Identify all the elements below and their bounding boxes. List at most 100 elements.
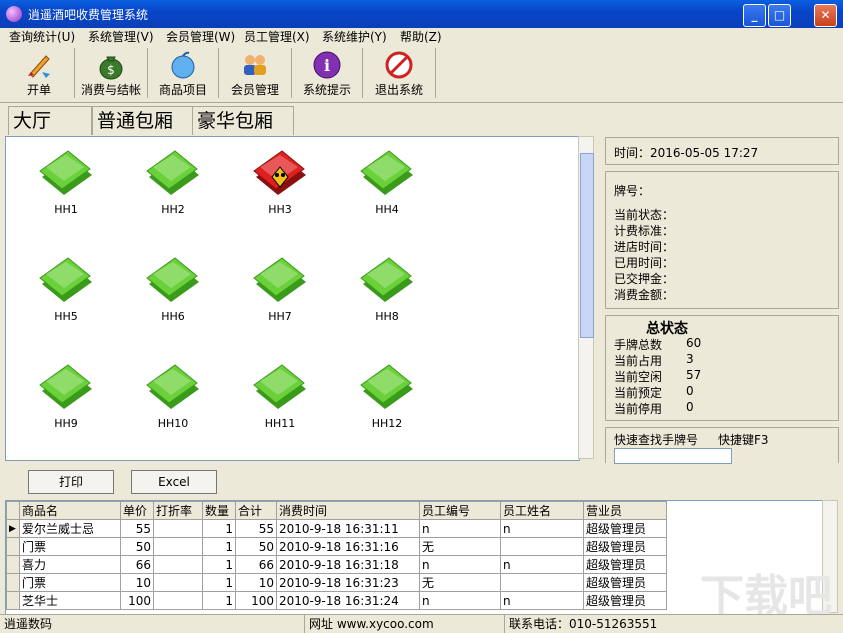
checkout-button[interactable]: $ 消费与结帐: [75, 48, 148, 98]
menu-maintenance[interactable]: 系统维护(Y): [322, 28, 387, 46]
table-cell: n: [419, 591, 501, 610]
quick-search-panel: 快速查找手牌号 快捷键F3: [605, 427, 839, 464]
table-row[interactable]: 门票 10 1 10 2010-9-18 16:31:23 无超级管理员: [6, 573, 667, 592]
room-hh8[interactable]: HH8: [347, 244, 427, 334]
entry-time-label: 进店时间：: [614, 240, 675, 254]
menu-staff[interactable]: 员工管理(X): [244, 28, 310, 46]
table-row[interactable]: 芝华士 100 1 100 2010-9-18 16:31:24 n n 超级管理员: [6, 591, 667, 610]
table-cell: 55: [235, 519, 277, 538]
room-hh5[interactable]: HH5: [26, 244, 106, 334]
room-hh2[interactable]: HH2: [133, 137, 213, 227]
table-cell: 门票: [19, 537, 121, 556]
column-header[interactable]: 商品名: [19, 501, 121, 520]
table-cell: 10: [235, 573, 277, 592]
quick-search-label: 快速查找手牌号: [614, 433, 699, 447]
free-room-icon: [146, 257, 199, 302]
table-row[interactable]: 喜力 66 1 66 2010-9-18 16:31:18 n n 超级管理员: [6, 555, 667, 574]
column-header[interactable]: 数量: [202, 501, 236, 520]
column-header[interactable]: 营业员: [583, 501, 667, 520]
room-hh4[interactable]: HH4: [347, 137, 427, 227]
summary-label: 当前停用: [614, 402, 663, 416]
table-cell: 1: [202, 555, 236, 574]
summary-value: 60: [686, 336, 702, 350]
exit-icon: [385, 51, 413, 79]
room-hh1[interactable]: HH1: [26, 137, 106, 227]
column-header[interactable]: 员工姓名: [500, 501, 584, 520]
column-header[interactable]: 单价: [120, 501, 154, 520]
row-indicator: [6, 573, 20, 592]
free-room-icon: [146, 150, 199, 195]
time-label: 时间：: [614, 146, 651, 160]
table-cell: n: [500, 591, 584, 610]
deposit-label: 已交押金：: [614, 272, 675, 286]
print-button[interactable]: 打印: [28, 470, 114, 494]
table-cell: 超级管理员: [583, 591, 667, 610]
summary-label: 当前预定: [614, 386, 663, 400]
room-hh3[interactable]: HH3: [240, 137, 320, 227]
excel-button[interactable]: Excel: [131, 470, 217, 494]
menu-help[interactable]: 帮助(Z): [400, 28, 442, 46]
column-header[interactable]: 合计: [235, 501, 277, 520]
maximize-button[interactable]: □: [768, 4, 791, 27]
summary-label: 当前占用: [614, 354, 663, 368]
table-cell: 100: [120, 591, 154, 610]
money-bag-icon: $: [99, 56, 123, 80]
status-phone: 联系电话：010-51263551: [509, 617, 658, 631]
current-status-label: 当前状态：: [614, 208, 675, 222]
table-cell: [500, 573, 584, 592]
table-cell: 芝华士: [19, 591, 121, 610]
column-header[interactable]: 打折率: [153, 501, 203, 520]
title-bar[interactable]: 逍遥酒吧收费管理系统 _ □ ✕: [0, 0, 843, 28]
menu-members[interactable]: 会员管理(W): [166, 28, 235, 46]
summary-value: 0: [686, 384, 694, 398]
free-room-icon: [253, 257, 306, 302]
table-cell: 50: [120, 537, 154, 556]
open-order-button[interactable]: 开单: [4, 48, 75, 98]
room-hh7[interactable]: HH7: [240, 244, 320, 334]
spend-amount-label: 消费金额：: [614, 288, 675, 302]
table-cell: [153, 591, 203, 610]
room-hh9[interactable]: HH9: [26, 351, 106, 441]
room-hh6[interactable]: HH6: [133, 244, 213, 334]
members-button[interactable]: 会员管理: [219, 48, 292, 98]
free-room-icon: [360, 257, 413, 302]
room-scroll-thumb[interactable]: [580, 153, 594, 338]
table-cell: 2010-9-18 16:31:23: [276, 573, 420, 592]
table-row[interactable]: 门票 50 1 50 2010-9-18 16:31:16 无超级管理员: [6, 537, 667, 556]
room-label: HH5: [54, 310, 78, 323]
room-label: HH4: [375, 203, 399, 216]
room-hh12[interactable]: HH12: [347, 351, 427, 441]
exit-button[interactable]: 退出系统: [363, 48, 436, 98]
system-tips-button[interactable]: i 系统提示: [292, 48, 363, 98]
close-button[interactable]: ✕: [814, 4, 837, 27]
room-label: HH6: [161, 310, 185, 323]
room-scrollbar[interactable]: [578, 136, 594, 459]
free-room-icon: [360, 150, 413, 195]
column-header[interactable]: 消费时间: [276, 501, 420, 520]
menu-query[interactable]: 查询统计(U): [9, 28, 75, 46]
table-cell: 门票: [19, 573, 121, 592]
room-hh11[interactable]: HH11: [240, 351, 320, 441]
summary-panel: 总状态 手牌总数 60 当前占用 3 当前空闲 57 当前预定 0 当前停用 0: [605, 315, 839, 421]
tab-deluxe-room[interactable]: 豪华包厢: [192, 106, 294, 135]
tab-hall[interactable]: 大厅: [8, 106, 92, 135]
column-header[interactable]: 员工编号: [419, 501, 501, 520]
table-cell: n: [500, 555, 584, 574]
occupied-room-icon: [253, 150, 306, 195]
menu-system[interactable]: 系统管理(V): [88, 28, 154, 46]
time-panel: 时间：2016-05-05 17:27: [605, 137, 839, 165]
room-hh10[interactable]: HH10: [133, 351, 213, 441]
table-cell: [153, 519, 203, 538]
table-cell: 2010-9-18 16:31:24: [276, 591, 420, 610]
svg-text:i: i: [324, 56, 330, 75]
table-cell: 66: [235, 555, 277, 574]
tab-standard-room[interactable]: 普通包厢: [92, 106, 194, 135]
free-room-icon: [39, 257, 92, 302]
status-bar: 逍遥数码 网址 www.xycoo.com 联系电话：010-51263551: [0, 614, 843, 633]
row-indicator: [6, 537, 20, 556]
free-room-icon: [360, 364, 413, 409]
table-row[interactable]: ▶ 爱尔兰威士忌 55 1 55 2010-9-18 16:31:11 n n 超级管理员: [6, 519, 667, 538]
minimize-button[interactable]: _: [743, 4, 766, 27]
room-grid: HH1 HH2 HH3 HH4 HH5 HH6 HH7 HH8 HH9 HH10 HH11 HH12: [5, 136, 580, 461]
products-button[interactable]: 商品项目: [148, 48, 219, 98]
